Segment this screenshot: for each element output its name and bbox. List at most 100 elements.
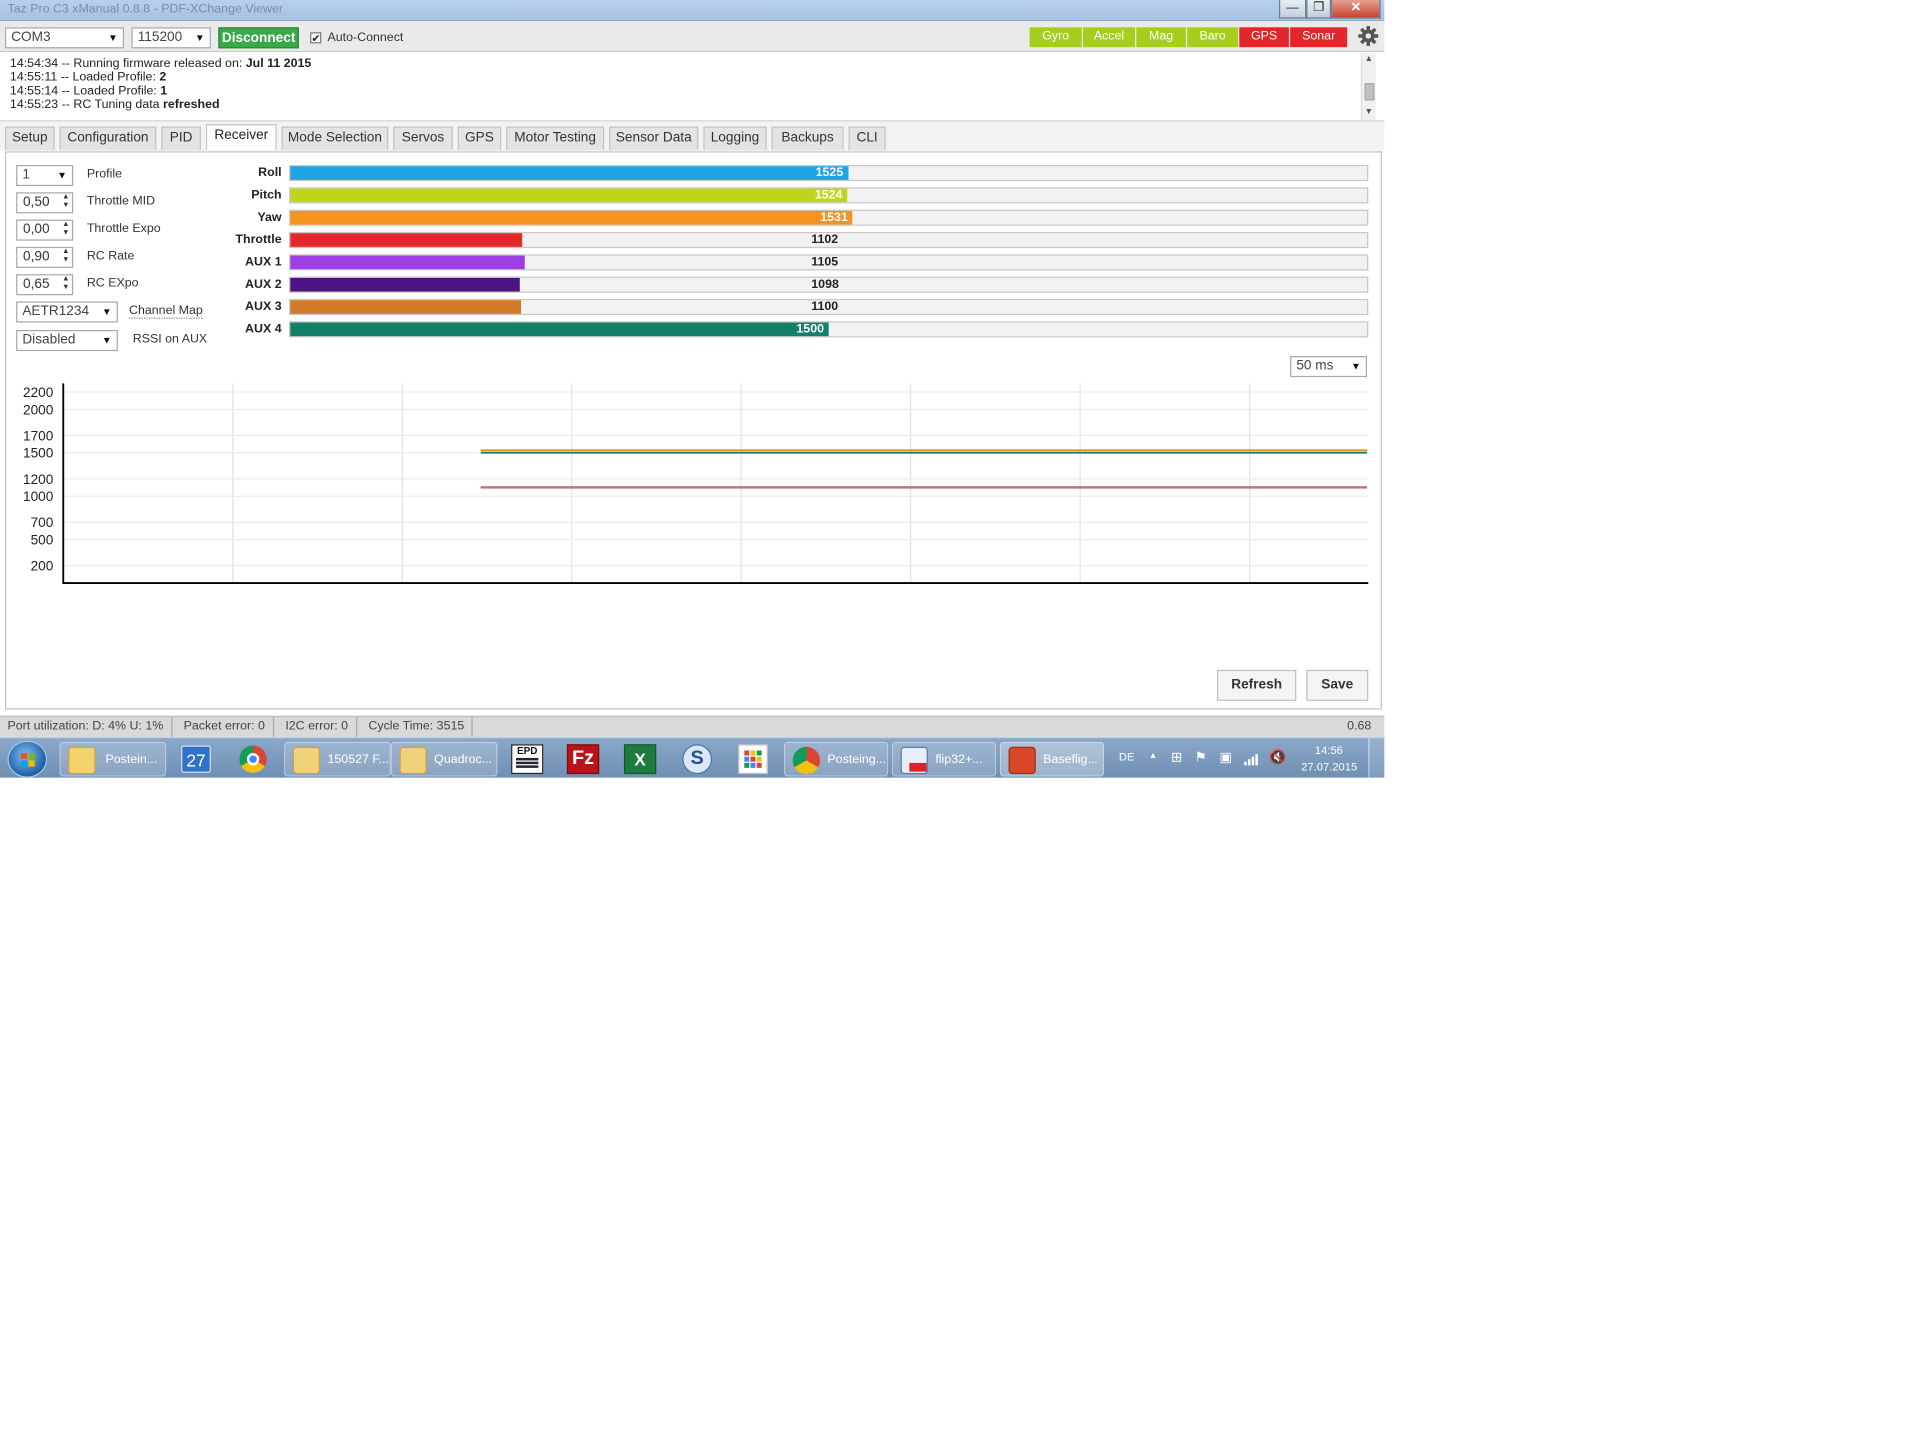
- y-tick-label: 1500: [23, 446, 54, 461]
- channel-label: AUX 4: [245, 322, 282, 337]
- channel-bar-track: 1500: [289, 321, 1369, 338]
- chrome-icon[interactable]: [239, 745, 267, 773]
- throttle-expo-label: Throttle Expo: [86, 222, 161, 236]
- scroll-down-icon[interactable]: ▼: [1365, 108, 1374, 117]
- stepper-arrows-icon[interactable]: ▲ ▼: [62, 194, 69, 211]
- rssi-aux-label: RSSI on AUX: [132, 332, 208, 347]
- tab-motor-testing[interactable]: Motor Testing: [506, 126, 605, 151]
- show-desktop-button[interactable]: [1368, 738, 1385, 778]
- channel-label: AUX 1: [245, 255, 282, 270]
- tray-expand-icon[interactable]: ▲: [1149, 752, 1158, 761]
- channel-value: 1500: [796, 322, 825, 337]
- y-tick-label: 2000: [23, 402, 54, 417]
- log-panel: 14:54:34 -- Running firmware released on…: [0, 52, 1385, 122]
- language-indicator[interactable]: DE: [1119, 751, 1135, 763]
- sensor-baro: Baro: [1187, 27, 1239, 48]
- folder-icon: [399, 746, 427, 775]
- close-button[interactable]: ✕: [1331, 0, 1381, 19]
- profile-label: Profile: [86, 167, 123, 182]
- filezilla-icon[interactable]: Fz: [566, 744, 600, 775]
- channel-label: Yaw: [257, 210, 282, 225]
- rc-rate-label: RC Rate: [86, 249, 135, 263]
- channel-map-select[interactable]: AETR1234 ▼: [16, 301, 118, 323]
- taskbar-item-chrome[interactable]: Posteing...: [783, 741, 889, 777]
- channel-bar-fill: [290, 210, 853, 225]
- refresh-rate-select[interactable]: 50 ms ▼: [1290, 356, 1368, 378]
- channel-label: AUX 3: [245, 300, 282, 314]
- action-center-flag-icon[interactable]: ⚑: [1195, 749, 1207, 766]
- tab-pid[interactable]: PID: [161, 126, 201, 151]
- baud-select[interactable]: 115200 ▼: [131, 27, 211, 49]
- log-scrollbar[interactable]: ▲ ▼: [1360, 53, 1376, 121]
- tab-servos[interactable]: Servos: [393, 126, 453, 151]
- rc-expo-input[interactable]: 0,65 ▲ ▼: [16, 274, 74, 296]
- stepper-arrows-icon[interactable]: ▲ ▼: [62, 248, 69, 265]
- disconnect-button[interactable]: Disconnect: [218, 27, 299, 49]
- start-button[interactable]: [7, 740, 48, 778]
- tab-sensor-data[interactable]: Sensor Data: [609, 126, 699, 151]
- rc-rate-value: 0,90: [23, 249, 50, 265]
- scroll-up-icon[interactable]: ▲: [1365, 55, 1374, 64]
- log-line: 14:55:23 -- RC Tuning data refreshed: [9, 97, 220, 112]
- channel-bar-track: 1105: [289, 254, 1369, 271]
- channel-value: 1098: [811, 277, 839, 292]
- usb-device-icon[interactable]: ▣: [1219, 749, 1232, 766]
- profile-select[interactable]: 1 ▼: [16, 164, 74, 187]
- clock-date[interactable]: 27.07.2015: [1301, 760, 1357, 772]
- stepper-arrows-icon[interactable]: ▲ ▼: [62, 221, 69, 238]
- sync-icon[interactable]: S: [682, 744, 713, 775]
- gear-icon[interactable]: [1357, 25, 1379, 47]
- channel-value: 1525: [815, 166, 844, 180]
- y-tick-label: 1200: [23, 472, 54, 487]
- taskbar-label: Baseflig...: [1043, 752, 1098, 767]
- save-button[interactable]: Save: [1306, 669, 1369, 701]
- throttle-mid-value: 0,50: [23, 194, 50, 210]
- volume-muted-icon[interactable]: 🔇: [1269, 749, 1286, 766]
- taskbar-item-pdf[interactable]: flip32+...: [891, 741, 997, 777]
- windows-flag-icon[interactable]: ⊞: [1171, 749, 1182, 766]
- epd-icon[interactable]: EPD: [511, 744, 544, 775]
- channel-label: AUX 2: [245, 277, 282, 292]
- rc-rate-input[interactable]: 0,90 ▲ ▼: [16, 246, 74, 268]
- auto-connect-checkbox[interactable]: ✔: [310, 32, 322, 44]
- throttle-mid-input[interactable]: 0,50 ▲ ▼: [16, 192, 74, 214]
- channel-bar-fill: [290, 277, 520, 292]
- taskbar-label: 150527 F...: [327, 752, 389, 767]
- maximize-button[interactable]: ❐: [1306, 0, 1332, 19]
- calendar-icon[interactable]: 27: [181, 745, 211, 773]
- tab-mode-selection[interactable]: Mode Selection: [281, 126, 389, 151]
- tab-configuration[interactable]: Configuration: [59, 126, 157, 151]
- log-line: 14:54:34 -- Running firmware released on…: [9, 57, 312, 71]
- tab-logging[interactable]: Logging: [703, 126, 767, 151]
- scrollbar-thumb[interactable]: [1364, 83, 1375, 101]
- apps-grid-icon[interactable]: [738, 744, 768, 775]
- tab-receiver[interactable]: Receiver: [205, 124, 277, 151]
- window-title: Taz Pro C3 xManual 0.8.8 - PDF-XChange V…: [7, 2, 284, 17]
- minimize-button[interactable]: —: [1278, 0, 1307, 19]
- taskbar-item-folder-2[interactable]: Quadroc...: [390, 741, 498, 777]
- channel-map-value: AETR1234: [22, 303, 90, 319]
- port-utilization: Port utilization: D: 4% U: 1%: [0, 717, 172, 739]
- refresh-button[interactable]: Refresh: [1216, 669, 1297, 701]
- taskbar-item-baseflight[interactable]: Baseflig...: [999, 741, 1105, 777]
- throttle-expo-input[interactable]: 0,00 ▲ ▼: [16, 219, 74, 241]
- channel-bar-track: 1098: [289, 276, 1369, 293]
- version: 0.68: [1347, 719, 1372, 734]
- channel-bar-track: 1531: [289, 209, 1369, 226]
- clock-time[interactable]: 14:56: [1315, 744, 1343, 756]
- tab-backups[interactable]: Backups: [771, 126, 844, 151]
- tab-gps[interactable]: GPS: [457, 126, 502, 151]
- port-value: COM3: [11, 29, 51, 45]
- stepper-arrows-icon[interactable]: ▲ ▼: [62, 275, 69, 292]
- rssi-aux-value: Disabled: [22, 332, 76, 348]
- tab-setup[interactable]: Setup: [4, 126, 55, 151]
- tab-cli[interactable]: CLI: [848, 126, 886, 151]
- channel-bar-fill: [290, 233, 523, 247]
- taskbar-item-folder-1[interactable]: 150527 F...: [284, 741, 391, 777]
- port-select[interactable]: COM3 ▼: [4, 27, 125, 49]
- rssi-aux-select[interactable]: Disabled ▼: [16, 329, 118, 352]
- channel-bar-fill: [290, 255, 525, 270]
- network-signal-icon[interactable]: [1244, 752, 1261, 766]
- excel-icon[interactable]: X: [623, 744, 657, 775]
- taskbar-item-outlook[interactable]: Postein...: [59, 741, 167, 777]
